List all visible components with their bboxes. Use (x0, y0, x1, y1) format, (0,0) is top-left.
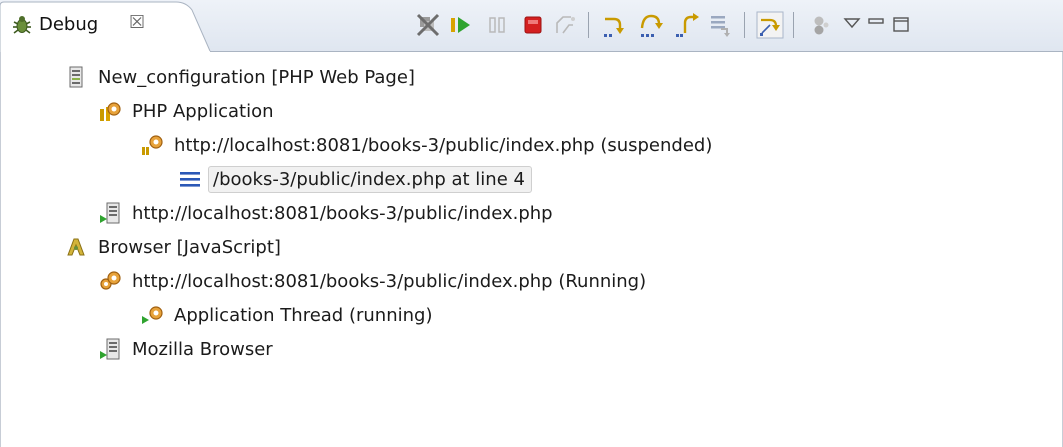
remove-all-terminated-icon[interactable] (414, 11, 442, 39)
tree-item-mozilla-browser[interactable]: Mozilla Browser (98, 332, 273, 366)
tree-item-label: http://localhost:8081/books-3/public/ind… (174, 134, 713, 156)
resume-icon[interactable] (447, 11, 475, 39)
step-return-icon[interactable] (673, 11, 701, 39)
collapse-icon[interactable] (808, 11, 836, 39)
tree-item-label: Application Thread (running) (174, 304, 433, 326)
tree-item-label: http://localhost:8081/books-3/public/ind… (132, 202, 553, 224)
tree-item-label: PHP Application (132, 100, 274, 122)
tree-item-browser-launch[interactable]: Browser [JavaScript] (64, 230, 281, 264)
tree-item-label: /books-3/public/index.php at line 4 (208, 165, 532, 193)
toolbar-separator (744, 12, 745, 38)
tab-title[interactable]: Debug (39, 14, 98, 35)
debug-target-running-icon (98, 269, 122, 293)
tree-item-thread[interactable]: Application Thread (running) (140, 298, 432, 332)
javascript-launch-icon (64, 235, 88, 259)
disconnect-icon[interactable] (551, 11, 579, 39)
suspend-icon[interactable] (483, 11, 511, 39)
step-over-icon[interactable] (637, 11, 665, 39)
debug-target-suspended-icon (140, 133, 164, 157)
tree-item-label: New_configuration [PHP Web Page] (98, 66, 415, 88)
tree-item-label: Browser [JavaScript] (98, 236, 281, 258)
launch-config-icon (64, 65, 88, 89)
tree-item-debug-target-running[interactable]: http://localhost:8081/books-3/public/ind… (98, 264, 646, 298)
tree-item-label: http://localhost:8081/books-3/public/ind… (132, 270, 647, 292)
tree-item-stack-frame[interactable]: /books-3/public/index.php at line 4 (178, 162, 532, 196)
tree-item-process[interactable]: http://localhost:8081/books-3/public/ind… (98, 196, 553, 230)
toolbar-separator (793, 12, 794, 38)
php-application-icon (98, 99, 122, 123)
minimize-icon[interactable] (862, 11, 890, 39)
tree-item-launch[interactable]: New_configuration [PHP Web Page] (64, 60, 415, 94)
tree-item-debug-target[interactable]: http://localhost:8081/books-3/public/ind… (140, 128, 712, 162)
process-running-icon (98, 337, 122, 361)
use-step-filters-icon[interactable] (756, 11, 784, 39)
thread-running-icon (140, 303, 164, 327)
maximize-icon[interactable] (887, 11, 915, 39)
tree-item-php-application[interactable]: PHP Application (98, 94, 274, 128)
step-into-icon[interactable] (600, 11, 628, 39)
view-border-left (0, 52, 1, 447)
debug-view: Debug ☒ New_configuration [PHP Web Page]… (0, 0, 1063, 447)
debug-view-header: Debug ☒ (0, 0, 1063, 52)
process-running-icon (98, 201, 122, 225)
terminate-icon[interactable] (519, 11, 547, 39)
debug-tree[interactable]: New_configuration [PHP Web Page] PHP App… (0, 52, 1062, 447)
debug-bug-icon (10, 13, 34, 37)
close-icon[interactable]: ☒ (129, 12, 145, 33)
tree-item-label: Mozilla Browser (132, 338, 273, 360)
drop-to-frame-icon[interactable] (707, 11, 735, 39)
toolbar-separator (588, 12, 589, 38)
stack-frame-icon (178, 167, 202, 191)
